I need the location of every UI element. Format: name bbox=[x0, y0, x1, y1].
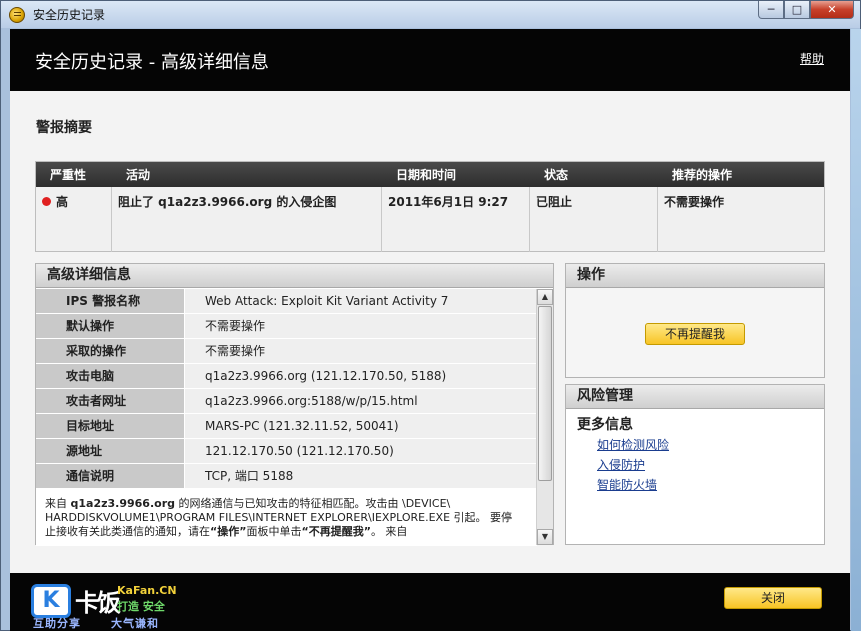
risk-management-title: 风险管理 bbox=[566, 385, 824, 409]
details-label: 攻击电脑 bbox=[36, 364, 184, 388]
details-value: 不需要操作 bbox=[184, 339, 537, 363]
page-header: 安全历史记录 - 高级详细信息 帮助 bbox=[10, 29, 850, 91]
details-description: 来自 q1a2z3.9966.org 的网络通信与已知攻击的特征相匹配。攻击由 … bbox=[36, 489, 537, 546]
watermark-logo: K bbox=[31, 584, 71, 618]
app-icon bbox=[9, 6, 25, 23]
details-row: 默认操作 不需要操作 bbox=[36, 314, 537, 339]
status-cell: 已阻止 bbox=[530, 187, 658, 252]
description-line1: 的网络通信与已知攻击的特征相匹配。攻击由 \DEVICE\ bbox=[175, 497, 451, 510]
help-link[interactable]: 帮助 bbox=[800, 50, 824, 67]
watermark-line2: 大气谦和 bbox=[111, 617, 159, 630]
severity-dot-icon bbox=[42, 197, 51, 206]
details-value: TCP, 端口 5188 bbox=[184, 464, 537, 488]
details-row: 攻击者网址 q1a2z3.9966.org:5188/w/p/15.html bbox=[36, 389, 537, 414]
details-row: 攻击电脑 q1a2z3.9966.org (121.12.170.50, 518… bbox=[36, 364, 537, 389]
operations-panel: 操作 不再提醒我 bbox=[565, 263, 825, 378]
details-row: 目标地址 MARS-PC (121.32.11.52, 50041) bbox=[36, 414, 537, 439]
description-prefix: 来自 bbox=[45, 497, 71, 510]
column-status: 状态 bbox=[544, 168, 569, 182]
details-row: IPS 警报名称 Web Attack: Exploit Kit Variant… bbox=[36, 289, 537, 314]
intrusion-prevention-link[interactable]: 入侵防护 bbox=[597, 456, 645, 473]
column-datetime: 日期和时间 bbox=[396, 168, 457, 182]
details-label: 攻击者网址 bbox=[36, 389, 184, 413]
operations-title: 操作 bbox=[566, 264, 824, 288]
alert-summary-table: 严重性 活动 日期和时间 状态 推荐的操作 高 阻止了 q1a2z3.9966.… bbox=[35, 161, 825, 252]
column-recommended: 推荐的操作 bbox=[672, 168, 733, 182]
scroll-thumb[interactable] bbox=[538, 306, 552, 481]
scroll-down-arrow-icon[interactable]: ▼ bbox=[537, 529, 553, 545]
close-button[interactable]: 关闭 bbox=[724, 587, 822, 609]
details-value: q1a2z3.9966.org (121.12.170.50, 5188) bbox=[184, 364, 537, 388]
main-content: 警报摘要 严重性 活动 日期和时间 状态 推荐的操作 高 阻止了 q1a2z3.… bbox=[10, 91, 850, 573]
watermark-site: KaFan.CN bbox=[117, 584, 177, 597]
details-label: IPS 警报名称 bbox=[36, 289, 184, 313]
details-value: 121.12.170.50 (121.12.170.50) bbox=[184, 439, 537, 463]
alert-summary-title: 警报摘要 bbox=[36, 120, 92, 136]
description-line3a: 止接收有关此类通信的通知，请在 bbox=[45, 525, 210, 538]
details-value: MARS-PC (121.32.11.52, 50041) bbox=[184, 414, 537, 438]
advanced-details-title: 高级详细信息 bbox=[36, 264, 553, 288]
details-label: 源地址 bbox=[36, 439, 184, 463]
description-line3e: 。 来自 bbox=[370, 525, 408, 538]
description-host: q1a2z3.9966.org bbox=[70, 497, 176, 510]
window-controls: ─ □ ✕ bbox=[758, 1, 854, 19]
more-info-heading: 更多信息 bbox=[577, 417, 633, 433]
severity-value: 高 bbox=[56, 195, 69, 209]
details-scrollbar[interactable]: ▲ ▼ bbox=[536, 289, 553, 545]
close-window-button[interactable]: ✕ bbox=[810, 1, 854, 19]
watermark: K 卡饭 KaFan.CN 打造 安全 互助分享 大气谦和 bbox=[31, 581, 181, 630]
desktop-background-strip bbox=[851, 29, 861, 631]
description-line3b: “操作” bbox=[210, 525, 247, 538]
description-line3d: “不再提醒我” bbox=[301, 525, 371, 538]
page-title: 安全历史记录 - 高级详细信息 bbox=[35, 52, 269, 73]
watermark-subtitle: 打造 安全 bbox=[117, 600, 165, 613]
minimize-button[interactable]: ─ bbox=[758, 1, 784, 19]
description-line3c: 面板中单击 bbox=[246, 525, 302, 538]
severity-cell: 高 bbox=[36, 187, 112, 252]
title-bar: 安全历史记录 ─ □ ✕ bbox=[1, 1, 860, 28]
alert-summary-header: 严重性 活动 日期和时间 状态 推荐的操作 bbox=[36, 162, 824, 187]
details-row: 源地址 121.12.170.50 (121.12.170.50) bbox=[36, 439, 537, 464]
watermark-line1: 互助分享 bbox=[33, 617, 81, 630]
smart-firewall-link[interactable]: 智能防火墙 bbox=[597, 476, 657, 493]
risk-management-panel: 风险管理 更多信息 如何检测风险 入侵防护 智能防火墙 bbox=[565, 384, 825, 545]
column-activity: 活动 bbox=[126, 168, 151, 182]
details-value: 不需要操作 bbox=[184, 314, 537, 338]
details-label: 通信说明 bbox=[36, 464, 184, 488]
scroll-up-arrow-icon[interactable]: ▲ bbox=[537, 289, 553, 305]
dont-remind-button[interactable]: 不再提醒我 bbox=[645, 323, 745, 345]
alert-row: 高 阻止了 q1a2z3.9966.org 的入侵企图 2011年6月1日 9:… bbox=[36, 187, 824, 252]
advanced-details-panel: 高级详细信息 IPS 警报名称 Web Attack: Exploit Kit … bbox=[35, 263, 554, 546]
details-value: q1a2z3.9966.org:5188/w/p/15.html bbox=[184, 389, 537, 413]
details-row: 采取的操作 不需要操作 bbox=[36, 339, 537, 364]
details-row: 通信说明 TCP, 端口 5188 bbox=[36, 464, 537, 489]
activity-cell: 阻止了 q1a2z3.9966.org 的入侵企图 bbox=[112, 187, 382, 252]
details-table: IPS 警报名称 Web Attack: Exploit Kit Variant… bbox=[36, 289, 537, 489]
window: 安全历史记录 ─ □ ✕ 安全历史记录 - 高级详细信息 帮助 警报摘要 严重性… bbox=[0, 0, 861, 631]
details-value: Web Attack: Exploit Kit Variant Activity… bbox=[184, 289, 537, 313]
maximize-button[interactable]: □ bbox=[784, 1, 810, 19]
details-label: 默认操作 bbox=[36, 314, 184, 338]
details-label: 目标地址 bbox=[36, 414, 184, 438]
description-line2: HARDDISKVOLUME1\PROGRAM FILES\INTERNET E… bbox=[45, 511, 513, 524]
datetime-cell: 2011年6月1日 9:27 bbox=[382, 187, 530, 252]
recommended-cell: 不需要操作 bbox=[664, 195, 725, 209]
window-title: 安全历史记录 bbox=[33, 8, 106, 22]
details-label: 采取的操作 bbox=[36, 339, 184, 363]
column-severity: 严重性 bbox=[50, 168, 87, 182]
how-to-detect-risk-link[interactable]: 如何检测风险 bbox=[597, 436, 669, 453]
watermark-big-text: 卡饭 bbox=[75, 589, 121, 617]
